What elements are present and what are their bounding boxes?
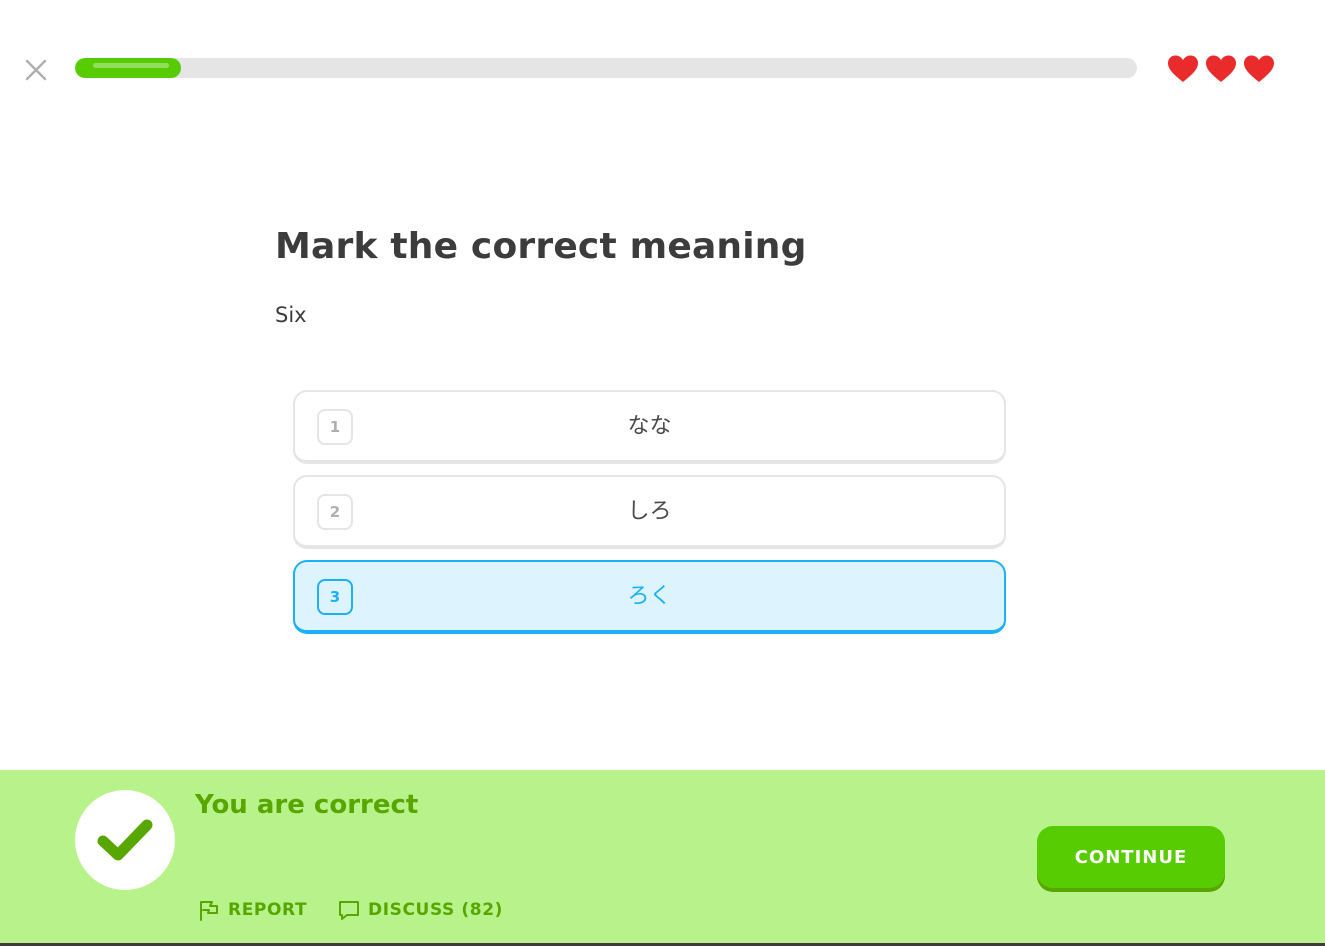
discuss-label: DISCUSS (82) [368,900,503,920]
choice-label: ろく [627,584,672,609]
heart-icon [1244,55,1274,82]
question-title: Mark the correct meaning [275,226,807,267]
checkmark-icon [97,819,153,861]
heart-icon [1168,55,1198,82]
correct-badge [75,790,175,890]
choice-list: 1 なな 2 しろ 3 ろく [293,390,1006,645]
heart-icon [1206,55,1236,82]
close-icon [25,59,47,81]
choice-option-1[interactable]: 1 なな [293,390,1006,464]
choice-option-3[interactable]: 3 ろく [293,560,1006,634]
progress-bar [75,58,1137,78]
feedback-panel: You are correct REPORT DISCUSS (82) CONT… [0,770,1325,946]
continue-button[interactable]: CONTINUE [1037,826,1225,888]
close-button[interactable] [22,56,50,84]
report-button[interactable]: REPORT [197,898,307,922]
question-prompt: Six [275,303,307,327]
progress-fill [75,58,181,78]
flag-icon [200,901,218,921]
choice-label: なな [627,414,672,439]
chat-bubble-icon [339,901,359,920]
lesson-page: Mark the correct meaning Six 1 なな 2 しろ 3… [0,0,1325,946]
hearts [1167,54,1275,84]
discuss-button[interactable]: DISCUSS (82) [337,898,503,922]
choice-option-2[interactable]: 2 しろ [293,475,1006,549]
report-label: REPORT [228,900,308,920]
feedback-title: You are correct [195,790,419,820]
progress-shine [93,63,169,68]
choice-label: しろ [627,499,672,524]
